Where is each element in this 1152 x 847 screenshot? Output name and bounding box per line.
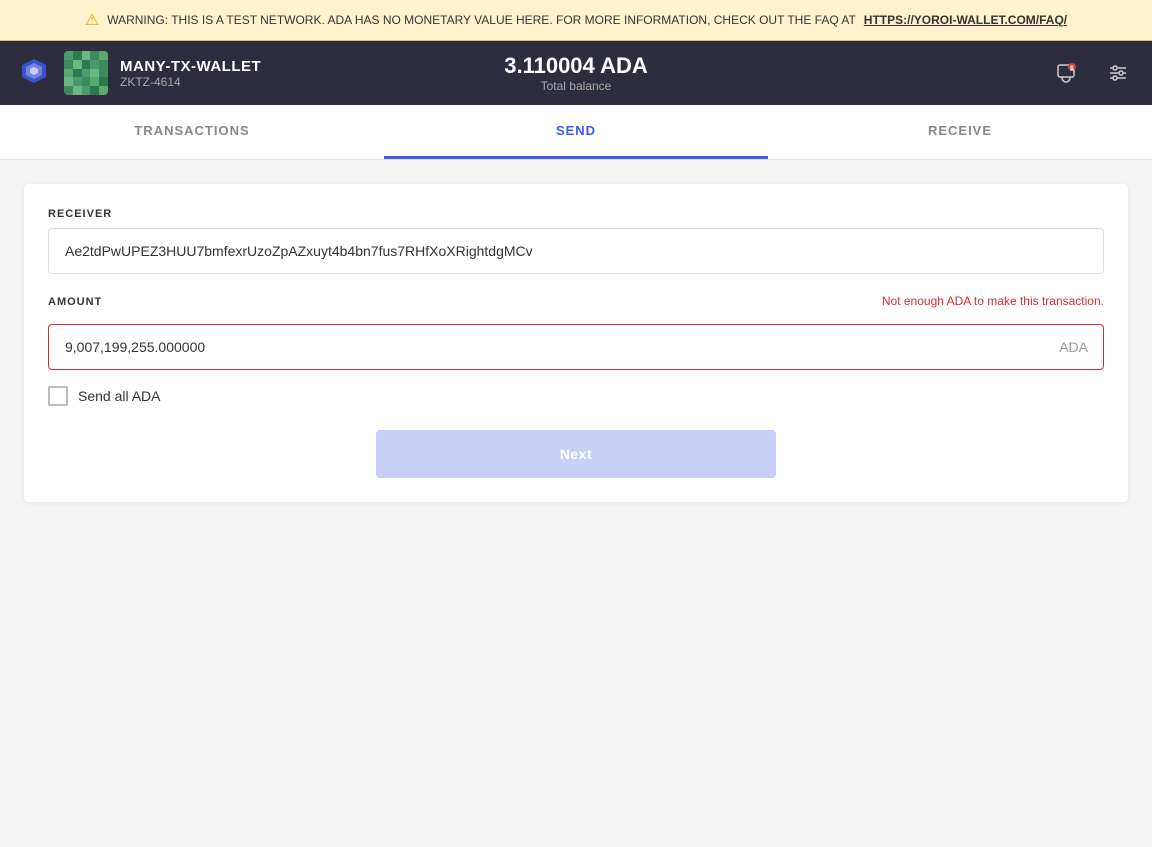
tab-send[interactable]: SEND bbox=[384, 105, 768, 159]
wallet-name: MANY-TX-WALLET bbox=[120, 58, 261, 75]
settings-button[interactable] bbox=[1100, 55, 1136, 91]
send-all-row: Send all ADA bbox=[48, 386, 1104, 406]
warning-text: WARNING: THIS IS A TEST NETWORK. ADA HAS… bbox=[107, 13, 856, 27]
send-all-label[interactable]: Send all ADA bbox=[78, 388, 161, 404]
amount-label: AMOUNT bbox=[48, 296, 102, 308]
header-center: 3.110004 ADA Total balance bbox=[389, 53, 762, 93]
amount-input-wrapper: ADA bbox=[48, 324, 1104, 370]
send-card: RECEIVER AMOUNT Not enough ADA to make t… bbox=[24, 184, 1128, 502]
wallet-id: ZKTZ-4614 bbox=[120, 75, 261, 89]
receiver-label: RECEIVER bbox=[48, 208, 1104, 220]
warning-icon: ⚠ bbox=[85, 10, 99, 30]
main-content: RECEIVER AMOUNT Not enough ADA to make t… bbox=[0, 160, 1152, 526]
amount-input[interactable] bbox=[48, 324, 1104, 370]
send-all-checkbox[interactable] bbox=[48, 386, 68, 406]
amount-error: Not enough ADA to make this transaction. bbox=[882, 294, 1104, 308]
wallet-icon bbox=[64, 51, 108, 95]
next-button[interactable]: Next bbox=[376, 430, 776, 478]
tabs: TRANSACTIONS SEND RECEIVE bbox=[0, 105, 1152, 160]
wallet-info: MANY-TX-WALLET ZKTZ-4614 bbox=[120, 58, 261, 89]
header-left: MANY-TX-WALLET ZKTZ-4614 bbox=[16, 51, 389, 95]
warning-banner: ⚠ WARNING: THIS IS A TEST NETWORK. ADA H… bbox=[0, 0, 1152, 41]
receiver-input[interactable] bbox=[48, 228, 1104, 274]
balance-amount: 3.110004 ADA bbox=[504, 53, 648, 79]
notifications-button[interactable]: 1 bbox=[1048, 55, 1084, 91]
yoroi-logo bbox=[16, 55, 52, 91]
warning-link[interactable]: HTTPS://YOROI-WALLET.COM/FAQ/ bbox=[864, 13, 1067, 27]
amount-currency: ADA bbox=[1059, 339, 1088, 355]
header-right: 1 bbox=[763, 55, 1136, 91]
tab-receive[interactable]: RECEIVE bbox=[768, 105, 1152, 159]
balance-label: Total balance bbox=[541, 79, 612, 93]
tab-transactions[interactable]: TRANSACTIONS bbox=[0, 105, 384, 159]
header: MANY-TX-WALLET ZKTZ-4614 3.110004 ADA To… bbox=[0, 41, 1152, 105]
amount-row: AMOUNT Not enough ADA to make this trans… bbox=[48, 294, 1104, 316]
svg-text:1: 1 bbox=[1071, 66, 1074, 72]
